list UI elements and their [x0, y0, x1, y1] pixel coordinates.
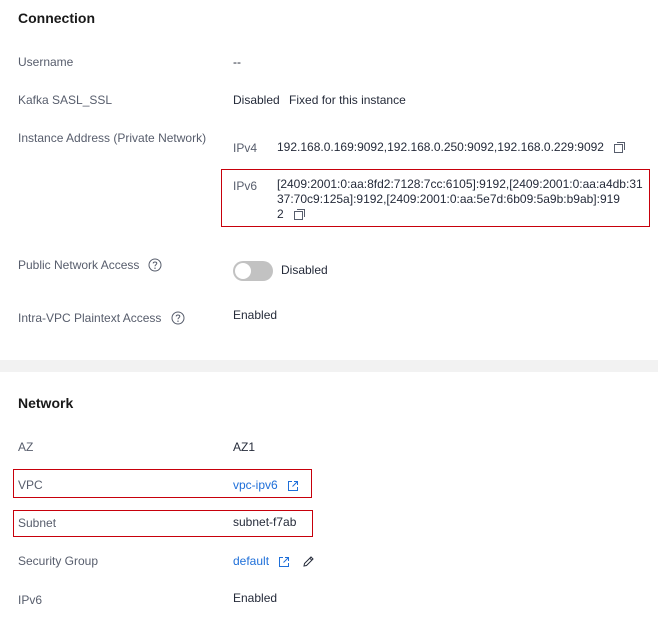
ipv6-address-line-3: 2 — [277, 207, 284, 221]
vpc-value: vpc-ipv6 — [233, 478, 299, 492]
ipv4-address-text: 192.168.0.169:9092,192.168.0.250:9092,19… — [277, 140, 604, 154]
vpc-label: VPC — [18, 478, 43, 492]
az-label: AZ — [18, 440, 34, 454]
az-value: AZ1 — [233, 440, 256, 454]
toggle-knob — [235, 263, 251, 279]
network-section-title: Network — [18, 395, 74, 411]
section-divider — [0, 360, 658, 372]
instance-address-label: Instance Address (Private Network) — [18, 131, 207, 145]
sasl-status: Disabled — [233, 93, 280, 107]
ipv6-value: Enabled — [233, 591, 278, 605]
public-access-label: Public Network Access — [18, 258, 140, 272]
username-label: Username — [18, 55, 74, 69]
sasl-label: Kafka SASL_SSL — [18, 93, 113, 107]
plaintext-value: Enabled — [233, 308, 278, 322]
question-circle-icon[interactable] — [148, 258, 162, 272]
subnet-value: subnet-f7ab — [233, 515, 297, 529]
external-link-icon[interactable] — [278, 556, 290, 568]
connection-section-title: Connection — [18, 10, 95, 26]
ipv6-tag: IPv6 — [233, 179, 258, 193]
security-group-link[interactable]: default — [233, 554, 269, 568]
sasl-note: Fixed for this instance — [289, 93, 406, 107]
vpc-link[interactable]: vpc-ipv6 — [233, 478, 278, 492]
public-access-status: Disabled — [281, 263, 328, 277]
ipv4-tag: IPv4 — [233, 141, 258, 155]
subnet-label: Subnet — [18, 516, 57, 530]
security-group-label: Security Group — [18, 554, 99, 568]
external-link-icon[interactable] — [287, 480, 299, 492]
sasl-value: Disabled Fixed for this instance — [233, 93, 406, 107]
copy-icon[interactable] — [293, 208, 306, 221]
ipv6-address-line-3-wrap: 2 — [277, 207, 643, 222]
ipv6-address-line-2: 37:70c9:125a]:9192,[2409:2001:0:aa:5e7d:… — [277, 192, 620, 206]
pencil-icon[interactable] — [302, 555, 315, 568]
ipv4-address: 192.168.0.169:9092,192.168.0.250:9092,19… — [277, 140, 626, 155]
copy-icon[interactable] — [613, 141, 626, 154]
username-value: -- — [233, 55, 241, 69]
question-circle-icon[interactable] — [171, 311, 185, 325]
ipv6-label: IPv6 — [18, 593, 43, 607]
public-access-toggle[interactable] — [233, 261, 273, 281]
security-group-value: default — [233, 554, 315, 568]
ipv6-address-line-1: [2409:2001:0:aa:8fd2:7128:7cc:6105]:9192… — [277, 177, 643, 191]
ipv6-address: [2409:2001:0:aa:8fd2:7128:7cc:6105]:9192… — [277, 177, 643, 222]
plaintext-label: Intra-VPC Plaintext Access — [18, 311, 162, 325]
